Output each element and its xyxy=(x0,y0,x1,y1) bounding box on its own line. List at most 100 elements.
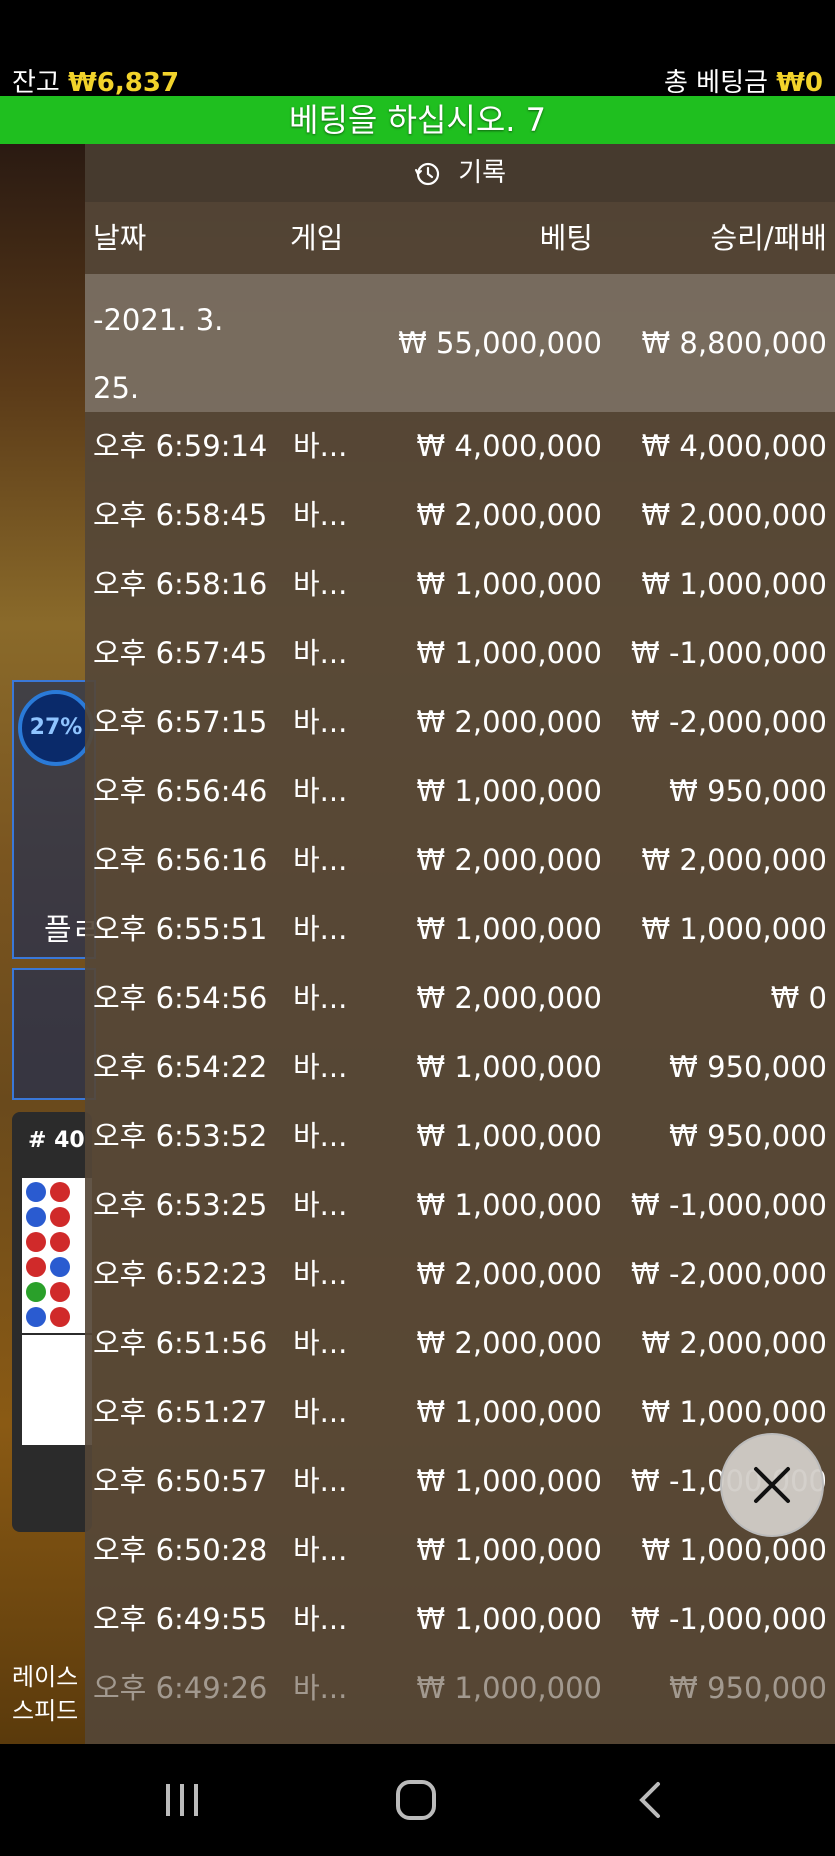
row-bet: ₩ 2,000,000 xyxy=(416,981,602,1015)
row-result: ₩ 950,000 xyxy=(669,1050,827,1084)
row-game: 바... xyxy=(293,705,348,739)
row-game: 바... xyxy=(293,1602,348,1636)
back-icon[interactable] xyxy=(630,1778,674,1822)
history-row[interactable]: 오후 6:56:16 바... ₩ 2,000,000 ₩ 2,000,000 xyxy=(85,826,835,895)
history-row[interactable]: 오후 6:49:55 바... ₩ 1,000,000 ₩ -1,000,000 xyxy=(85,1585,835,1654)
row-time: 오후 6:53:25 xyxy=(93,1188,268,1222)
row-game: 바... xyxy=(293,981,348,1015)
row-time: 오후 6:58:45 xyxy=(93,498,268,532)
row-result: ₩ -1,000,000 xyxy=(631,1602,827,1636)
history-row[interactable]: 오후 6:57:45 바... ₩ 1,000,000 ₩ -1,000,000 xyxy=(85,619,835,688)
road-dot xyxy=(50,1307,70,1327)
road-dot xyxy=(50,1257,70,1277)
row-time: 오후 6:55:51 xyxy=(93,912,268,946)
row-result: ₩ 1,000,000 xyxy=(641,912,827,946)
history-row[interactable]: 오후 6:54:22 바... ₩ 1,000,000 ₩ 950,000 xyxy=(85,1033,835,1102)
history-row[interactable]: 오후 6:58:45 바... ₩ 2,000,000 ₩ 2,000,000 xyxy=(85,481,835,550)
row-game: 바... xyxy=(293,912,348,946)
row-time: 오후 6:52:23 xyxy=(93,1257,268,1291)
history-row[interactable]: 오후 6:53:25 바... ₩ 1,000,000 ₩ -1,000,000 xyxy=(85,1171,835,1240)
row-bet: ₩ 2,000,000 xyxy=(416,498,602,532)
balance-value: ₩6,837 xyxy=(68,68,180,98)
row-result: ₩ 0 xyxy=(770,981,827,1015)
row-bet: ₩ 1,000,000 xyxy=(416,1602,602,1636)
row-bet: ₩ 2,000,000 xyxy=(416,1326,602,1360)
top-balance-bar: 잔고 ₩6,837 총 베팅금 ₩0 xyxy=(0,0,835,99)
row-result: ₩ 2,000,000 xyxy=(641,843,827,877)
row-game: 바... xyxy=(293,567,348,601)
history-row[interactable]: 오후 6:52:23 바... ₩ 2,000,000 ₩ -2,000,000 xyxy=(85,1240,835,1309)
column-date: 날짜 xyxy=(93,221,147,255)
bead-road-grid xyxy=(22,1178,92,1333)
history-row[interactable]: 오후 6:57:15 바... ₩ 2,000,000 ₩ -2,000,000 xyxy=(85,688,835,757)
row-time: 오후 6:49:55 xyxy=(93,1602,268,1636)
history-header: 기록 xyxy=(85,144,835,202)
game-label-2: 스피드 xyxy=(12,1697,79,1725)
row-time: 오후 6:49:26 xyxy=(93,1671,268,1705)
road-dot xyxy=(26,1307,46,1327)
row-bet: ₩ 2,000,000 xyxy=(416,843,602,877)
column-result: 승리/패배 xyxy=(710,221,828,255)
row-time: 오후 6:58:16 xyxy=(93,567,268,601)
table-number: # 40 xyxy=(28,1128,85,1153)
history-day-summary[interactable]: -2021. 3. 25. ₩ 55,000,000 ₩ 8,800,000 xyxy=(85,274,835,412)
history-row[interactable]: 오후 6:50:28 바... ₩ 1,000,000 ₩ 1,000,000 xyxy=(85,1516,835,1585)
history-row[interactable]: 오후 6:55:51 바... ₩ 1,000,000 ₩ 1,000,000 xyxy=(85,895,835,964)
row-time: 오후 6:57:45 xyxy=(93,636,268,670)
total-bet-value: ₩0 xyxy=(776,68,823,98)
road-dot xyxy=(26,1282,46,1302)
big-road-grid xyxy=(22,1335,92,1445)
row-game: 바... xyxy=(293,1533,348,1567)
row-time: 오후 6:56:46 xyxy=(93,774,268,808)
row-time: 오후 6:54:22 xyxy=(93,1050,268,1084)
close-icon xyxy=(754,1467,790,1503)
column-bet: 베팅 xyxy=(539,221,593,255)
close-button[interactable] xyxy=(720,1433,824,1537)
row-bet: ₩ 1,000,000 xyxy=(416,567,602,601)
row-bet: ₩ 2,000,000 xyxy=(416,705,602,739)
history-row[interactable]: 오후 6:53:52 바... ₩ 1,000,000 ₩ 950,000 xyxy=(85,1102,835,1171)
row-time: 오후 6:59:14 xyxy=(93,429,268,463)
row-result: ₩ 4,000,000 xyxy=(641,429,827,463)
row-bet: ₩ 1,000,000 xyxy=(416,1188,602,1222)
history-row[interactable]: 오후 6:58:16 바... ₩ 1,000,000 ₩ 1,000,000 xyxy=(85,550,835,619)
summary-bet: ₩ 55,000,000 xyxy=(398,326,602,360)
row-time: 오후 6:50:28 xyxy=(93,1533,268,1567)
history-row[interactable]: 오후 6:51:56 바... ₩ 2,000,000 ₩ 2,000,000 xyxy=(85,1309,835,1378)
row-bet: ₩ 1,000,000 xyxy=(416,1395,602,1429)
row-game: 바... xyxy=(293,429,348,463)
road-dot xyxy=(26,1207,46,1227)
row-game: 바... xyxy=(293,498,348,532)
row-game: 바... xyxy=(293,1464,348,1498)
row-bet: ₩ 4,000,000 xyxy=(416,429,602,463)
row-result: ₩ -2,000,000 xyxy=(631,1257,827,1291)
row-result: ₩ 2,000,000 xyxy=(641,1326,827,1360)
row-result: ₩ 950,000 xyxy=(669,1119,827,1153)
history-row[interactable]: 오후 6:59:14 바... ₩ 4,000,000 ₩ 4,000,000 xyxy=(85,412,835,481)
bet-spot-panel[interactable] xyxy=(12,968,96,1100)
percent-badge: 27% xyxy=(18,690,94,766)
row-game: 바... xyxy=(293,1257,348,1291)
history-row[interactable]: 오후 6:56:46 바... ₩ 1,000,000 ₩ 950,000 xyxy=(85,757,835,826)
balance-display: 잔고 ₩6,837 xyxy=(12,62,179,99)
recent-apps-icon[interactable] xyxy=(160,1778,204,1822)
summary-date: -2021. 3. 25. xyxy=(93,286,223,422)
system-nav-bar xyxy=(0,1744,835,1856)
road-dot xyxy=(26,1232,46,1252)
history-title: 기록 xyxy=(458,158,507,188)
row-result: ₩ -1,000,000 xyxy=(631,1188,827,1222)
home-icon[interactable] xyxy=(394,1778,438,1822)
road-dot xyxy=(50,1182,70,1202)
row-game: 바... xyxy=(293,1671,348,1705)
history-row[interactable]: 오후 6:49:26 바... ₩ 1,000,000 ₩ 950,000 xyxy=(85,1654,835,1723)
total-bet-label: 총 베팅금 xyxy=(664,68,768,98)
row-game: 바... xyxy=(293,774,348,808)
row-result: ₩ 950,000 xyxy=(669,1671,827,1705)
history-row[interactable]: 오후 6:51:27 바... ₩ 1,000,000 ₩ 1,000,000 xyxy=(85,1378,835,1447)
row-game: 바... xyxy=(293,1188,348,1222)
history-row[interactable]: 오후 6:54:56 바... ₩ 2,000,000 ₩ 0 xyxy=(85,964,835,1033)
row-result: ₩ 1,000,000 xyxy=(641,567,827,601)
row-result: ₩ 2,000,000 xyxy=(641,498,827,532)
row-game: 바... xyxy=(293,1119,348,1153)
row-game: 바... xyxy=(293,1326,348,1360)
